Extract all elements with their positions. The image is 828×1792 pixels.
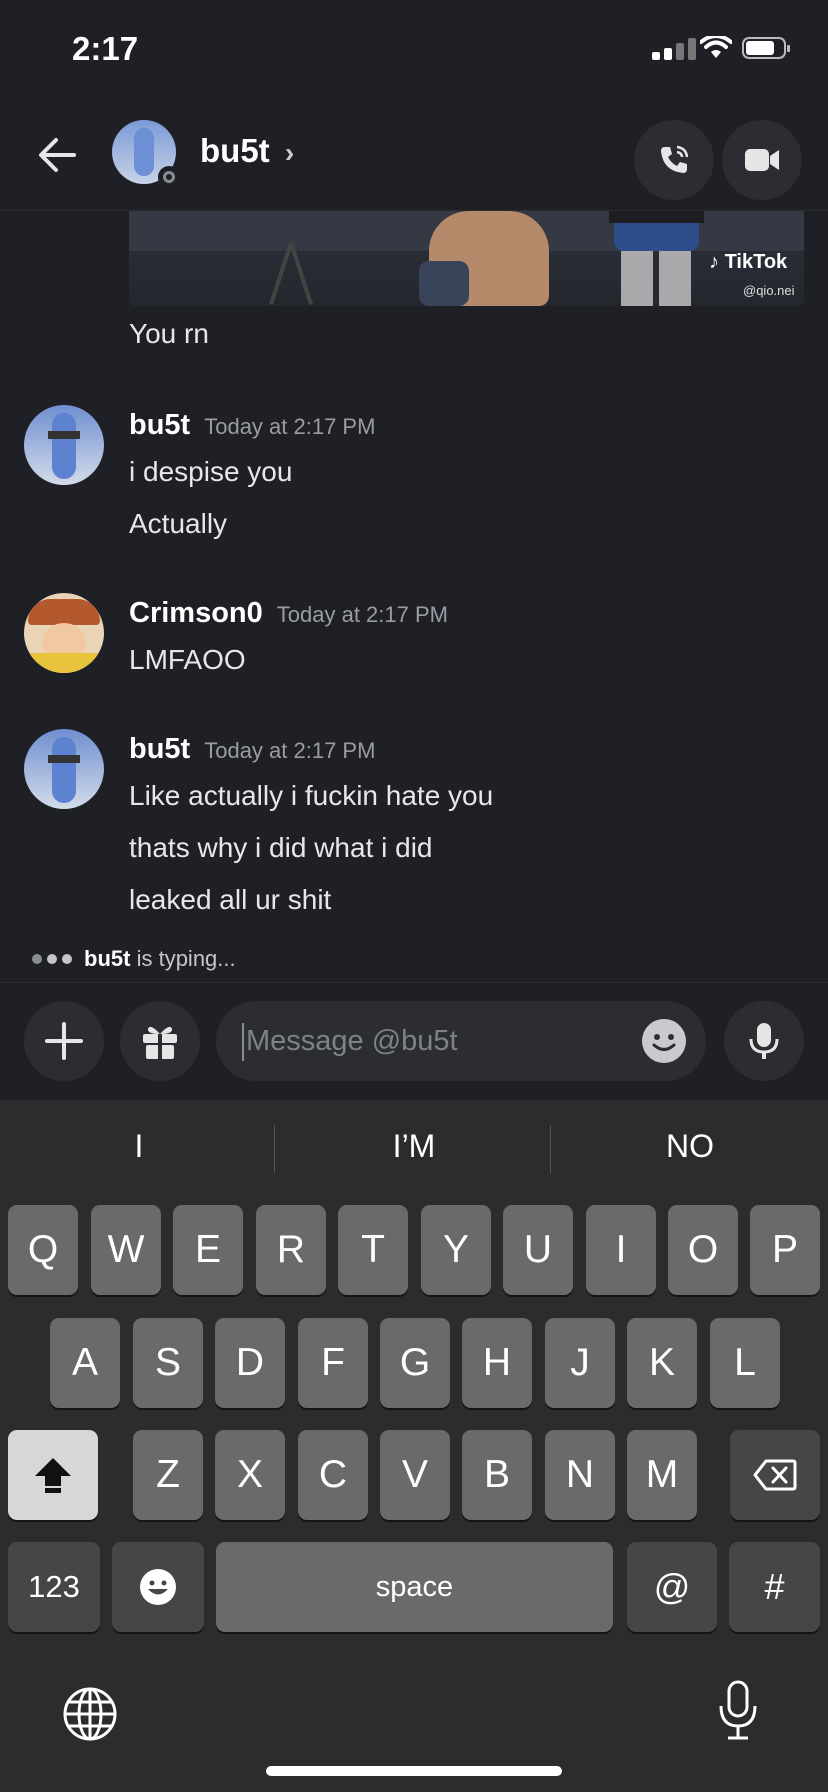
message-input[interactable]: Message @bu5t <box>216 1001 706 1081</box>
avatar[interactable] <box>24 593 104 673</box>
key-y[interactable]: Y <box>421 1205 491 1295</box>
username[interactable]: bu5t <box>129 409 190 441</box>
emoji-icon <box>140 1569 176 1605</box>
key-g[interactable]: G <box>380 1318 450 1408</box>
key-s[interactable]: S <box>133 1318 203 1408</box>
key-w[interactable]: W <box>91 1205 161 1295</box>
key-f[interactable]: F <box>298 1318 368 1408</box>
key-z[interactable]: Z <box>133 1430 203 1520</box>
key-l[interactable]: L <box>710 1318 780 1408</box>
voice-message-button[interactable] <box>724 1001 804 1081</box>
shift-arrow-icon <box>35 1458 71 1493</box>
key-u[interactable]: U <box>503 1205 573 1295</box>
emoji-button[interactable] <box>642 1019 686 1063</box>
tiktok-handle: @qio.nei <box>743 283 795 298</box>
message-header: Crimson0 Today at 2:17 PM <box>129 597 448 630</box>
hash-key[interactable]: # <box>729 1542 820 1632</box>
message-header: bu5t Today at 2:17 PM <box>129 409 375 442</box>
key-a[interactable]: A <box>50 1318 120 1408</box>
key-i[interactable]: I <box>586 1205 656 1295</box>
key-x[interactable]: X <box>215 1430 285 1520</box>
suggestion-divider <box>274 1125 275 1173</box>
attach-button[interactable] <box>24 1001 104 1081</box>
avatar[interactable] <box>24 729 104 809</box>
shift-key[interactable] <box>8 1430 98 1520</box>
gift-button[interactable] <box>120 1001 200 1081</box>
suggestion-2[interactable]: I’M <box>279 1128 549 1165</box>
message-text: Actually <box>129 508 228 539</box>
video-camera-icon <box>745 149 779 171</box>
key-c[interactable]: C <box>298 1430 368 1520</box>
microphone-icon <box>749 1023 779 1059</box>
gift-icon <box>143 1026 177 1059</box>
phone-icon <box>661 145 689 173</box>
tiktok-logo-icon: ♪ TikTok <box>709 251 788 273</box>
video-call-button[interactable] <box>722 120 802 200</box>
header-avatar[interactable] <box>112 120 180 188</box>
typing-indicator: bu5t is typing... <box>32 946 236 972</box>
signal-icon <box>652 38 698 60</box>
key-h[interactable]: H <box>462 1318 532 1408</box>
typing-dots-icon <box>32 954 72 964</box>
key-j[interactable]: J <box>545 1318 615 1408</box>
key-b[interactable]: B <box>462 1430 532 1520</box>
message-header: bu5t Today at 2:17 PM <box>129 733 375 766</box>
header-username[interactable]: bu5t › <box>200 132 294 170</box>
avatar[interactable] <box>24 405 104 485</box>
status-idle-icon <box>158 166 180 188</box>
timestamp: Today at 2:17 PM <box>276 602 448 627</box>
chevron-right-icon: › <box>284 137 295 168</box>
key-n[interactable]: N <box>545 1430 615 1520</box>
message-text: Like actually i fuckin hate you <box>129 780 494 811</box>
key-e[interactable]: E <box>173 1205 243 1295</box>
numbers-key[interactable]: 123 <box>8 1542 100 1632</box>
battery-icon <box>742 37 790 59</box>
timestamp: Today at 2:17 PM <box>204 414 376 439</box>
suggestion-1[interactable]: I <box>4 1128 274 1165</box>
key-m[interactable]: M <box>627 1430 697 1520</box>
emoji-key[interactable] <box>112 1542 204 1632</box>
key-o[interactable]: O <box>668 1205 738 1295</box>
message-text: i despise you <box>129 456 293 487</box>
message-text: leaked all ur shit <box>129 884 332 915</box>
key-p[interactable]: P <box>750 1205 820 1295</box>
message-text: You rn <box>129 318 209 349</box>
suggestion-3[interactable]: NO <box>555 1128 825 1165</box>
globe-icon[interactable] <box>62 1686 118 1742</box>
back-arrow-icon[interactable] <box>36 134 78 176</box>
key-r[interactable]: R <box>256 1205 326 1295</box>
message-placeholder: Message @bu5t <box>246 1025 458 1057</box>
timestamp: Today at 2:17 PM <box>204 738 376 763</box>
voice-call-button[interactable] <box>634 120 714 200</box>
tiktok-embed-image[interactable]: ♪ TikTok @qio.nei <box>129 211 804 306</box>
key-k[interactable]: K <box>627 1318 697 1408</box>
suggestion-divider <box>550 1125 551 1173</box>
message-text: LMFAOO <box>129 644 246 675</box>
space-key[interactable]: space <box>216 1542 613 1632</box>
key-d[interactable]: D <box>215 1318 285 1408</box>
key-q[interactable]: Q <box>8 1205 78 1295</box>
key-t[interactable]: T <box>338 1205 408 1295</box>
plus-icon <box>45 1022 83 1060</box>
key-v[interactable]: V <box>380 1430 450 1520</box>
smiley-icon <box>652 1034 676 1051</box>
at-key[interactable]: @ <box>627 1542 717 1632</box>
home-indicator[interactable] <box>266 1766 562 1776</box>
message-text: thats why i did what i did <box>129 832 433 863</box>
username[interactable]: Crimson0 <box>129 597 263 629</box>
dictation-microphone-icon[interactable] <box>716 1680 760 1742</box>
backspace-key[interactable] <box>730 1430 820 1520</box>
chat-header: bu5t › <box>0 100 828 211</box>
username[interactable]: bu5t <box>129 733 190 765</box>
backspace-icon <box>753 1459 797 1491</box>
status-time: 2:17 <box>72 30 139 67</box>
divider <box>0 982 828 983</box>
wifi-icon <box>700 36 732 58</box>
